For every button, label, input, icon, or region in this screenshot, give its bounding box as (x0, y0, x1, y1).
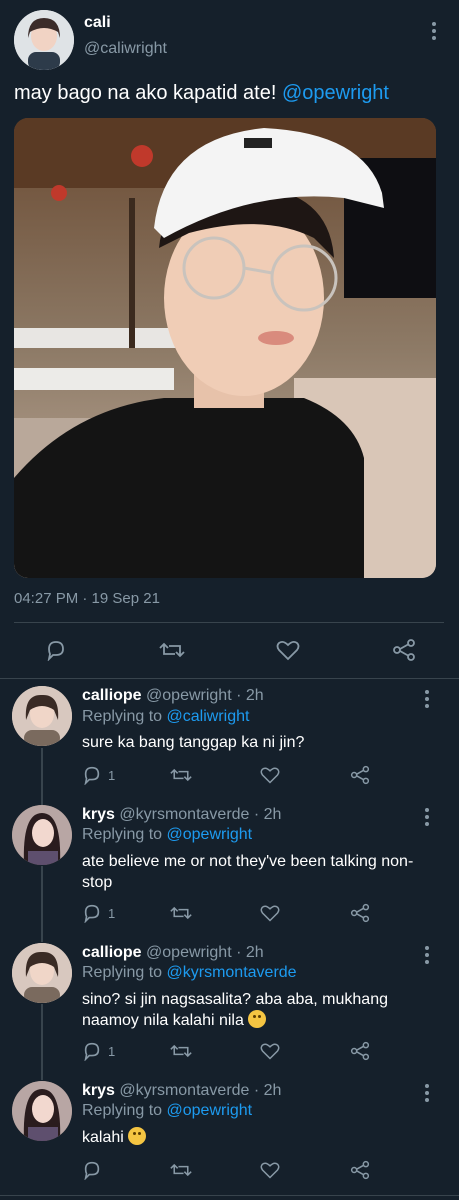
reply-text-body: kalahi (82, 1129, 124, 1146)
more-icon[interactable] (432, 22, 436, 40)
replying-to-link[interactable]: @kyrsmontaverde (167, 964, 297, 981)
reply-text-body: sino? si jin nagsasalita? aba aba, mukha… (82, 991, 388, 1029)
replying-to-link[interactable]: @caliwright (167, 708, 250, 725)
author-avatar[interactable] (14, 10, 74, 70)
reply-avatar[interactable] (12, 686, 72, 746)
reply-count: 1 (108, 767, 116, 783)
reply-avatar[interactable] (12, 1081, 72, 1141)
reply-actions (82, 1159, 382, 1181)
reply-button[interactable]: 1 (82, 1040, 115, 1062)
tweet-body: may bago na ako kapatid ate! (14, 82, 282, 104)
divider (0, 1195, 459, 1196)
reply-text: ate believe me or not they've been talki… (82, 853, 414, 891)
share-icon (350, 765, 370, 785)
reply-meta: @opewright · 2h (146, 944, 264, 961)
reply-actions: 1 (82, 902, 382, 924)
reply-icon (84, 1161, 100, 1180)
reply-text: sure ka bang tanggap ka ni jin? (82, 734, 305, 751)
reply-button[interactable]: 1 (82, 902, 115, 924)
more-icon[interactable] (425, 808, 429, 826)
like-icon (260, 1043, 280, 1060)
reply-text: kalahi (82, 1127, 432, 1148)
share-button[interactable] (350, 1040, 370, 1062)
retweet-button[interactable] (170, 1040, 192, 1062)
share-icon (350, 903, 370, 923)
replying-label: Replying to (82, 708, 167, 725)
tweet-photo[interactable] (14, 118, 436, 578)
retweet-icon (170, 1163, 192, 1177)
tweet-mention[interactable]: @opewright (282, 82, 389, 104)
tweet-timestamp: 04:27 PM · 19 Sep 21 (14, 590, 160, 607)
retweet-icon[interactable] (159, 639, 185, 661)
replying-label: Replying to (82, 826, 167, 843)
reply-author-name[interactable]: calliope (82, 944, 142, 961)
divider (0, 678, 459, 679)
tweet-text: may bago na ako kapatid ate! @opewright (14, 80, 389, 106)
reply-button[interactable] (82, 1159, 102, 1181)
reply-count: 1 (108, 905, 116, 921)
share-icon (350, 1041, 370, 1061)
share-icon (350, 1160, 370, 1180)
thread-line (41, 866, 43, 942)
more-icon[interactable] (425, 946, 429, 964)
replying-to-link[interactable]: @opewright (167, 826, 253, 843)
reply-author-name[interactable]: krys (82, 806, 115, 823)
more-icon[interactable] (425, 1084, 429, 1102)
like-icon[interactable] (276, 639, 300, 661)
reply-icon[interactable] (45, 639, 67, 661)
thread-line (41, 1004, 43, 1080)
reply-avatar[interactable] (12, 805, 72, 865)
like-icon (260, 767, 280, 784)
thinking-emoji (248, 1010, 267, 1028)
like-button[interactable] (260, 1159, 280, 1181)
share-button[interactable] (350, 764, 370, 786)
reply-meta: @kyrsmontaverde · 2h (119, 1082, 282, 1099)
reply-author-name[interactable]: calliope (82, 687, 142, 704)
like-button[interactable] (260, 902, 280, 924)
reply-icon (84, 1042, 100, 1061)
retweet-button[interactable] (170, 902, 192, 924)
laughing-emoji (128, 1127, 147, 1145)
reply-author-name[interactable]: krys (82, 1082, 115, 1099)
retweet-button[interactable] (170, 1159, 192, 1181)
replying-to-link[interactable]: @opewright (167, 1102, 253, 1119)
replying-label: Replying to (82, 964, 167, 981)
thread-line (41, 748, 43, 806)
share-icon[interactable] (392, 639, 416, 661)
like-icon (260, 905, 280, 922)
reply-actions: 1 (82, 1040, 382, 1062)
reply-button[interactable]: 1 (82, 764, 115, 786)
more-icon[interactable] (425, 690, 429, 708)
reply-text: sino? si jin nagsasalita? aba aba, mukha… (82, 989, 402, 1031)
author-name[interactable]: cali (84, 14, 111, 32)
retweet-icon (170, 906, 192, 920)
retweet-icon (170, 1044, 192, 1058)
like-button[interactable] (260, 764, 280, 786)
reply-icon (84, 766, 100, 785)
reply-actions: 1 (82, 764, 382, 786)
reply-count: 1 (108, 1043, 116, 1059)
like-icon (260, 1162, 280, 1179)
reply-meta: @opewright · 2h (146, 687, 264, 704)
retweet-icon (170, 768, 192, 782)
reply-meta: @kyrsmontaverde · 2h (119, 806, 282, 823)
author-handle[interactable]: @caliwright (84, 40, 167, 58)
replying-label: Replying to (82, 1102, 167, 1119)
reply-icon (84, 904, 100, 923)
retweet-button[interactable] (170, 764, 192, 786)
reply-avatar[interactable] (12, 943, 72, 1003)
share-button[interactable] (350, 1159, 370, 1181)
like-button[interactable] (260, 1040, 280, 1062)
divider (14, 622, 444, 623)
share-button[interactable] (350, 902, 370, 924)
